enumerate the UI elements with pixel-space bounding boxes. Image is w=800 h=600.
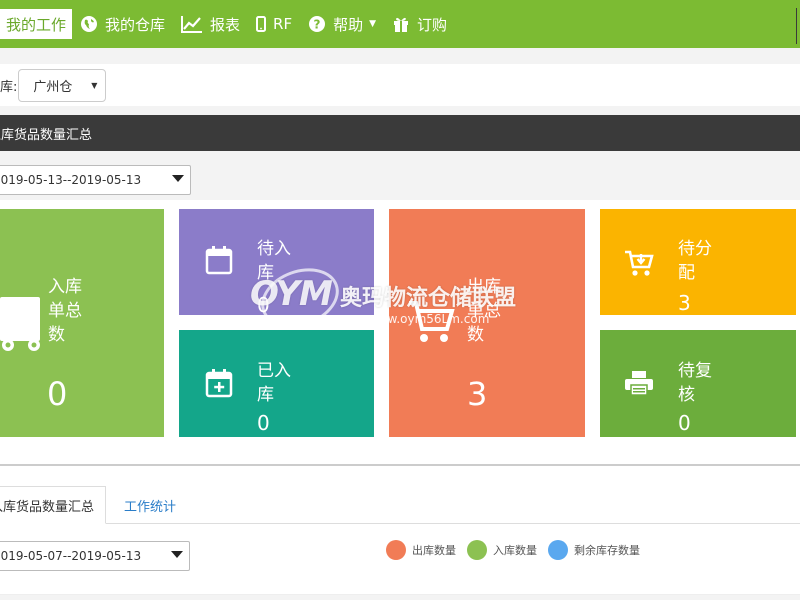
- nav-my-warehouse[interactable]: 我的仓库: [72, 9, 173, 39]
- tile-outbound-total-value: 3: [467, 375, 488, 413]
- calendar-icon: [205, 245, 233, 279]
- page: 我的工作 我的仓库 报表 RF ? 帮助 ▼ 订购 库: 广州仓 ▼ 库货品数量…: [0, 0, 800, 600]
- chart-line-icon: [181, 15, 203, 33]
- tile-received-label: 已入库: [257, 361, 291, 405]
- legend-remaining-dot: [548, 540, 568, 560]
- section-header: 入库货品数量汇总: [0, 115, 800, 151]
- tile-pending-review-label: 待复核: [678, 361, 712, 405]
- bottom-date-range-picker[interactable]: 2019-05-07--2019-05-13: [0, 541, 190, 571]
- gift-icon: [392, 15, 410, 33]
- legend-remaining[interactable]: 剩余库存数量: [548, 540, 640, 560]
- tile-pending-inbound-label: 待入库: [257, 239, 291, 283]
- legend-remaining-label: 剩余库存数量: [574, 544, 640, 557]
- tab-inbound-summary-label: 入库货品数量汇总: [0, 499, 95, 515]
- legend-outbound[interactable]: 出库数量: [386, 540, 456, 560]
- nav-rf-label: RF: [273, 15, 293, 33]
- tab-bar: 入库货品数量汇总 工作统计: [0, 486, 800, 524]
- tile-outbound-total-label: 出库单总数: [467, 277, 501, 345]
- legend-outbound-dot: [386, 540, 406, 560]
- bottom-edge: [0, 594, 800, 600]
- top-nav: 我的工作 我的仓库 报表 RF ? 帮助 ▼ 订购: [0, 0, 800, 48]
- tab-inbound-summary[interactable]: 入库货品数量汇总: [0, 486, 106, 524]
- truck-icon: [0, 297, 46, 357]
- warehouse-select-value: 广州仓: [33, 79, 73, 95]
- legend-inbound-label: 入库数量: [493, 544, 537, 557]
- nav-reports-label: 报表: [210, 15, 241, 34]
- tile-pending-review[interactable]: 待复核 0: [600, 330, 796, 437]
- nav-help-label: 帮助: [333, 15, 364, 34]
- tile-outbound-total[interactable]: 出库单总数 3: [389, 209, 585, 437]
- dropdown-arrow-icon: [171, 551, 183, 558]
- question-circle-icon: ?: [308, 15, 326, 33]
- select-arrow-icon: ▼: [91, 80, 98, 90]
- nav-my-work-label: 我的工作: [6, 15, 67, 34]
- dropdown-arrow-icon: [172, 175, 184, 182]
- tile-pending-allocate-value: 3: [678, 291, 691, 315]
- bottom-date-range-value: 2019-05-07--2019-05-13: [0, 549, 142, 563]
- nav-reports[interactable]: 报表: [173, 9, 248, 39]
- svg-text:?: ?: [314, 18, 321, 32]
- warehouse-label: 仓库:: [0, 79, 18, 95]
- tab-work-stats[interactable]: 工作统计: [124, 486, 176, 524]
- bottom-panel: 入库货品数量汇总 工作统计 2019-05-07--2019-05-13 出库数…: [0, 466, 800, 600]
- nav-my-warehouse-label: 我的仓库: [105, 15, 166, 34]
- tile-pending-allocate[interactable]: 待分配 3: [600, 209, 796, 315]
- calendar-plus-icon: [205, 368, 233, 402]
- nav-edge: [796, 8, 800, 44]
- legend-inbound-dot: [467, 540, 487, 560]
- tile-pending-inbound[interactable]: 待入库 0: [179, 209, 374, 317]
- section-title: 入库货品数量汇总: [0, 127, 93, 143]
- tile-pending-inbound-value: 0: [257, 293, 270, 317]
- nav-order-label: 订购: [417, 15, 448, 34]
- tile-inbound-total-label: 入库单总数: [48, 277, 82, 345]
- tile-inbound-total[interactable]: 入库单总数 0: [0, 209, 164, 437]
- cart-icon: [407, 299, 455, 349]
- globe-icon: [80, 15, 98, 33]
- tile-pending-allocate-label: 待分配: [678, 239, 712, 283]
- tile-received[interactable]: 已入库 0: [179, 330, 374, 437]
- legend-inbound[interactable]: 入库数量: [467, 540, 537, 560]
- tile-pending-review-value: 0: [678, 411, 691, 435]
- chevron-down-icon: ▼: [369, 19, 377, 29]
- top-date-range-picker[interactable]: 2019-05-13--2019-05-13: [0, 165, 191, 195]
- legend-outbound-label: 出库数量: [412, 544, 456, 557]
- tile-inbound-total-value: 0: [47, 375, 68, 413]
- nav-my-work[interactable]: 我的工作: [0, 9, 73, 39]
- nav-rf[interactable]: RF: [248, 9, 300, 39]
- tile-received-value: 0: [257, 411, 270, 435]
- print-icon: [624, 370, 654, 400]
- cart-download-icon: [624, 249, 654, 281]
- tab-work-stats-label: 工作统计: [124, 499, 177, 515]
- nav-order[interactable]: 订购: [384, 9, 455, 39]
- mobile-icon: [256, 16, 267, 32]
- warehouse-select[interactable]: 广州仓 ▼: [18, 68, 107, 102]
- nav-help[interactable]: ? 帮助 ▼: [300, 9, 384, 39]
- warehouse-bar: 仓库: 广州仓 ▼: [0, 64, 800, 106]
- top-date-range-value: 2019-05-13--2019-05-13: [0, 173, 142, 187]
